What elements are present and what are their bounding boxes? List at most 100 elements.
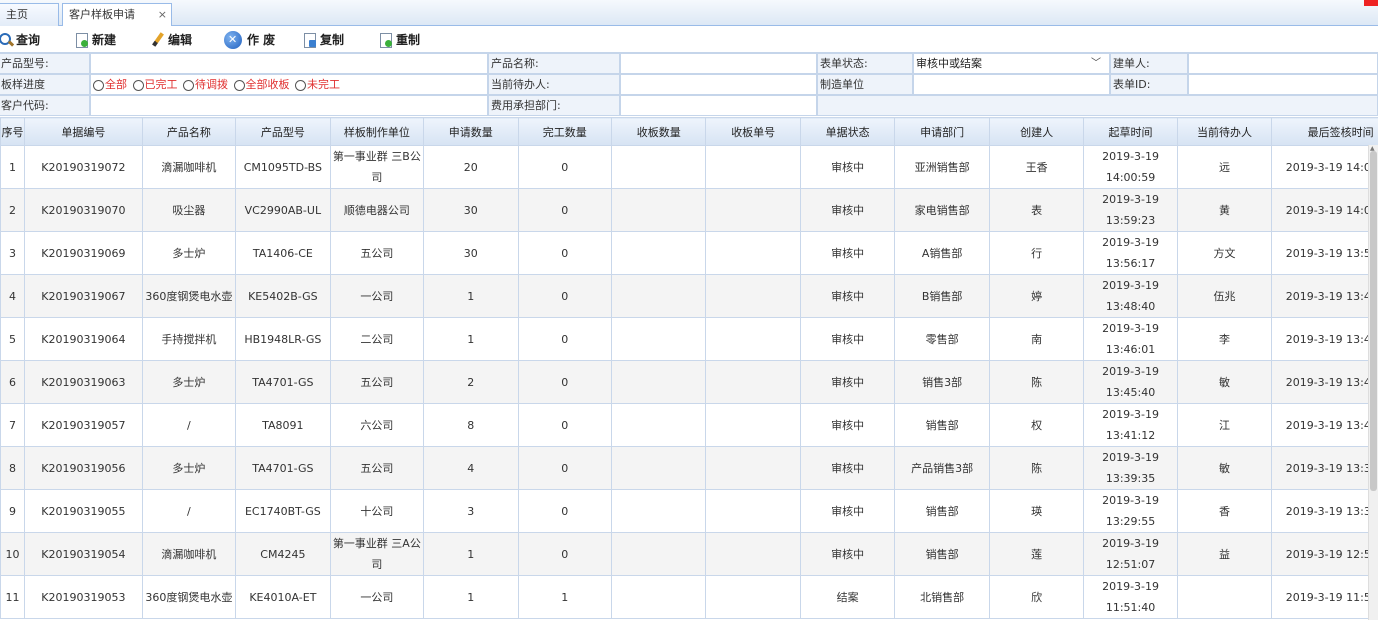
table-row[interactable]: 5 K20190319064 手持搅拌机 HB1948LR-GS 二公司 1 0 审核中 零售部… [0, 317, 1378, 361]
cell-text: 莲 [1031, 547, 1043, 561]
cell-text: 审核中 [831, 461, 865, 475]
radio-all-received[interactable]: 全部收板 [234, 75, 290, 94]
progress-radio-group: 全部 已完工 待调拨 全部收板 未完工 [90, 74, 488, 95]
cell-text: CM1095TD-BS [243, 160, 323, 174]
table-row[interactable]: 9 K20190319055 / EC1740BT-GS 十公司 3 0 审核中 销售部 瑛 201… [0, 489, 1378, 533]
header-col-index[interactable]: 序号 [0, 117, 26, 146]
header-col-recv-no[interactable]: 收板单号 [705, 117, 801, 146]
table-row[interactable]: 10 K20190319054 滴漏咖啡机 CM4245 第一事业群 三A公司 1 0 审核中… [0, 532, 1378, 576]
cell-text: 审核中 [831, 504, 865, 518]
cell-text: 行 [1031, 246, 1043, 260]
cell-doc-no: K20190319055 [24, 489, 143, 533]
table-row[interactable]: 6 K20190319063 多士炉 TA4701-GS 五公司 2 0 审核中 销售3部 陈 20… [0, 360, 1378, 404]
cell-text: 手持搅拌机 [161, 332, 217, 346]
cell-text: 二公司 [360, 332, 394, 346]
cell-dept: 销售部 [894, 403, 990, 447]
header-col-doc-no[interactable]: 单据编号 [24, 117, 143, 146]
form-id-input[interactable] [1188, 74, 1378, 95]
product-name-input[interactable] [620, 53, 817, 74]
cell-status: 审核中 [799, 274, 896, 318]
cell-index: 8 [0, 446, 26, 490]
cell-apply-qty: 1 [423, 532, 519, 576]
table-row[interactable]: 11 K20190319053 360度钢煲电水壶 KE4010A-ET 一公司 1 1 结案… [0, 575, 1378, 619]
radio-all[interactable]: 全部 [93, 75, 127, 94]
cell-product-name: / [141, 403, 237, 447]
draft-time: 13:41:12 [1105, 429, 1156, 442]
cell-done-qty: 0 [517, 188, 612, 232]
cell-text: 1 [467, 590, 475, 604]
table-row[interactable]: 7 K20190319057 / TA8091 六公司 8 0 审核中 销售部 权 2019-3-1… [0, 403, 1378, 447]
header-col-apply-qty[interactable]: 申请数量 [423, 117, 519, 146]
cell-done-qty: 1 [517, 575, 612, 619]
cell-status: 审核中 [799, 145, 896, 189]
header-col-status[interactable]: 单据状态 [799, 117, 896, 146]
cell-text: 6 [9, 375, 17, 389]
current-handler-input[interactable] [620, 74, 817, 95]
header-col-creator[interactable]: 创建人 [988, 117, 1085, 146]
tab-sample-application[interactable]: 客户样板申请 × [62, 3, 172, 26]
cell-text: 1 [561, 590, 569, 604]
table-row[interactable]: 2 K20190319070 吸尘器 VC2990AB-UL 顺德电器公司 30 0 审核中 家… [0, 188, 1378, 232]
cell-dept: 销售部 [894, 532, 990, 576]
creator-label: 建单人: [1110, 53, 1188, 74]
cell-text: VC2990AB-UL [244, 203, 322, 217]
cell-text: 销售部 [925, 547, 959, 561]
copy-button[interactable]: 复制 [302, 30, 344, 50]
cell-recv-qty [610, 575, 707, 619]
table-row[interactable]: 1 K20190319072 滴漏咖啡机 CM1095TD-BS 第一事业群 三B公司 2… [0, 145, 1378, 189]
cell-text: EC1740BT-GS [244, 504, 321, 518]
cell-text: TA1406-CE [252, 246, 313, 260]
table-row[interactable]: 8 K20190319056 多士炉 TA4701-GS 五公司 4 0 审核中 产品销售3部 陈… [0, 446, 1378, 490]
radio-completed[interactable]: 已完工 [133, 75, 178, 94]
header-col-draft-time[interactable]: 起草时间 [1083, 117, 1178, 146]
cell-index: 4 [0, 274, 26, 318]
header-col-product-model[interactable]: 产品型号 [235, 117, 331, 146]
cell-text: K20190319053 [41, 590, 126, 604]
header-col-recv-qty[interactable]: 收板数量 [610, 117, 707, 146]
cell-product-model: TA4701-GS [235, 360, 331, 404]
cell-last-sign: 2019-3-19 11:54:50 [1271, 575, 1378, 619]
vertical-scrollbar[interactable]: ▲ [1368, 145, 1378, 620]
close-icon[interactable]: × [158, 4, 167, 26]
manufacturer-input[interactable] [913, 74, 1110, 95]
creator-input[interactable] [1188, 53, 1378, 74]
cost-dept-input[interactable] [620, 95, 817, 116]
scrollbar-thumb[interactable] [1370, 151, 1377, 491]
header-col-product-name[interactable]: 产品名称 [141, 117, 237, 146]
customer-code-input[interactable] [90, 95, 488, 116]
draft-time: 14:00:59 [1105, 171, 1156, 184]
cell-text: K20190319054 [41, 547, 126, 561]
edit-button[interactable]: 编辑 [150, 30, 192, 50]
header-col-handler[interactable]: 当前待办人 [1176, 117, 1273, 146]
form-status-select[interactable]: 审核中或结案 ﹀ [913, 53, 1110, 74]
cell-text: K20190319067 [41, 289, 126, 303]
cell-text: 360度钢煲电水壶 [145, 590, 233, 604]
cell-index: 7 [0, 403, 26, 447]
cell-text: B销售部 [921, 289, 963, 303]
header-col-maker-unit[interactable]: 样板制作单位 [329, 117, 425, 146]
cell-apply-qty: 1 [423, 274, 519, 318]
cell-draft-time: 2019-3-19 14:00:59 [1083, 145, 1178, 189]
product-model-input[interactable] [90, 53, 488, 74]
cell-done-qty: 0 [517, 360, 612, 404]
radio-pending-transfer[interactable]: 待调拨 [183, 75, 228, 94]
header-col-dept[interactable]: 申请部门 [894, 117, 990, 146]
header-col-done-qty[interactable]: 完工数量 [517, 117, 612, 146]
cell-text: K20190319070 [41, 203, 126, 217]
cell-recv-no [705, 532, 801, 576]
table-row[interactable]: 3 K20190319069 多士炉 TA1406-CE 五公司 30 0 审核中 A销售部 行 2… [0, 231, 1378, 275]
table-row[interactable]: 4 K20190319067 360度钢煲电水壶 KE5402B-GS 一公司 1 0 审核中… [0, 274, 1378, 318]
cell-text: 家电销售部 [914, 203, 970, 217]
void-button[interactable]: 作 废 [224, 30, 275, 50]
query-button[interactable]: 查询 [0, 30, 40, 50]
header-col-last-sign[interactable]: 最后签核时间 [1271, 117, 1378, 146]
cell-creator: 表 [988, 188, 1085, 232]
cell-recv-no [705, 274, 801, 318]
toolbar: 查询 新建 编辑 作 废 复制 重制 [0, 27, 1378, 53]
tab-home[interactable]: 主页 [0, 3, 59, 26]
radio-incomplete[interactable]: 未完工 [295, 75, 340, 94]
reset-button[interactable]: 重制 [378, 30, 420, 50]
cell-text: 零售部 [925, 332, 959, 346]
cell-text: HB1948LR-GS [244, 332, 322, 346]
new-button[interactable]: 新建 [74, 30, 116, 50]
